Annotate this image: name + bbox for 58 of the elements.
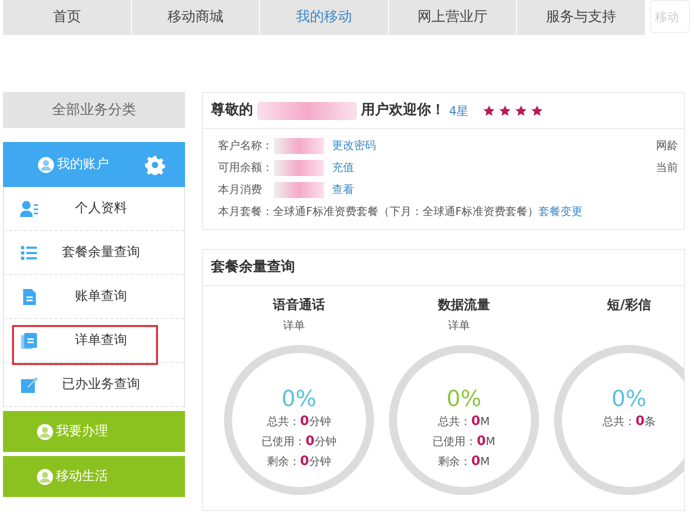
- usage-line: 总共：0分钟: [266, 413, 332, 431]
- percent-value: 0%: [446, 388, 482, 412]
- star-icon: [530, 104, 543, 116]
- nav-tab[interactable]: 服务与支持: [517, 0, 646, 35]
- document-icon: [20, 288, 38, 306]
- plan-link[interactable]: 套餐变更: [538, 204, 583, 220]
- usage-line: 总共：0M: [438, 413, 490, 431]
- greeting-text: 尊敬的: [211, 101, 253, 120]
- blurred-value: [274, 160, 324, 176]
- info-link[interactable]: 更改密码: [332, 138, 376, 154]
- sidebar-item[interactable]: 套餐余量查询: [38, 242, 184, 262]
- user-icon: [36, 422, 54, 440]
- percent-value: 0%: [612, 388, 646, 412]
- detail-link[interactable]: 详单: [283, 318, 305, 344]
- sidebar-heading: 全部业务分类: [3, 92, 185, 128]
- group-label: 移动生活: [56, 468, 108, 486]
- account-label: 我的账户: [57, 156, 109, 174]
- pencil-icon: [20, 376, 38, 394]
- star-icon: [482, 104, 495, 116]
- column-title: 数据流量: [438, 296, 490, 315]
- info-label: 本月消费: [218, 182, 263, 198]
- group-label: 我要办理: [56, 422, 108, 441]
- detail-link[interactable]: 详单: [448, 318, 470, 344]
- usage-line: 已使用：0分钟: [261, 433, 337, 451]
- list-icon: [20, 244, 38, 262]
- info-label: 可用余额：: [218, 160, 274, 176]
- user-icon: [37, 156, 55, 174]
- info-link[interactable]: 查看: [332, 182, 354, 198]
- sidebar-item[interactable]: 账单查询: [38, 286, 184, 306]
- level-label: 4星: [449, 102, 469, 120]
- column-title: 短/彩信: [607, 297, 651, 315]
- usage-line: 已使用：0M: [432, 433, 496, 451]
- nav-tab[interactable]: 移动商城: [132, 0, 260, 35]
- documents-icon: [20, 332, 38, 350]
- blurred-value: [274, 182, 324, 198]
- sidebar-item[interactable]: 个人资料: [38, 198, 184, 218]
- star-icon: [498, 104, 511, 116]
- plan-text: 本月套餐：全球通F标准资费套餐（下月：全球通F标准资费套餐）: [218, 204, 539, 220]
- nav-tab[interactable]: 网上营业厅: [388, 0, 518, 35]
- usage-line: 总共：0条: [602, 413, 656, 431]
- greeting-text: 用户欢迎你！: [361, 100, 445, 120]
- profile-icon: [20, 200, 38, 218]
- blurred-value: [274, 138, 324, 154]
- user-icon: [36, 468, 54, 486]
- sidebar-item[interactable]: 详单查询: [38, 330, 184, 350]
- star-icon: [514, 104, 527, 116]
- section-title: 套餐余量查询: [203, 250, 684, 286]
- sidebar-item[interactable]: 已办业务查询: [38, 374, 184, 394]
- percent-value: 0%: [282, 388, 316, 412]
- info-label: 客户名称：: [218, 138, 274, 154]
- info-label: 网龄: [656, 138, 678, 154]
- info-link[interactable]: 充值: [332, 160, 354, 176]
- usage-line: 剩余：0M: [438, 453, 490, 471]
- usage-line: 剩余：0分钟: [266, 453, 332, 471]
- nav-tab[interactable]: 首页: [3, 0, 132, 35]
- settings-icon: [145, 154, 165, 174]
- info-label: 当前: [656, 160, 678, 176]
- column-title: 语音通话: [273, 296, 325, 315]
